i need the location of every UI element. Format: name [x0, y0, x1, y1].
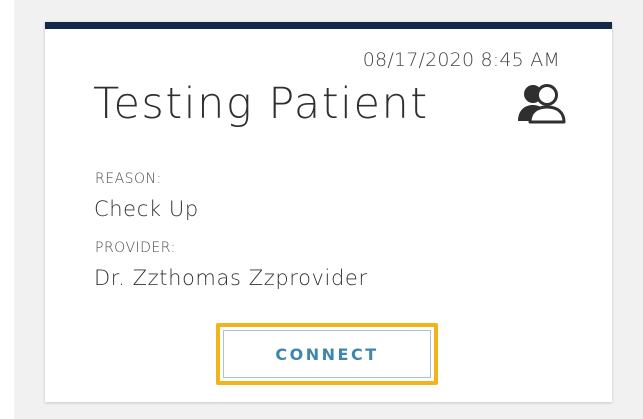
provider-value: Dr. Zzthomas Zzprovider: [94, 266, 368, 290]
patient-name: Testing Patient: [93, 79, 429, 129]
reason-label: REASON:: [95, 171, 162, 187]
appointment-card: 08/17/2020 8:45 AM Testing Patient REASO…: [45, 22, 612, 402]
provider-label: PROVIDER:: [95, 240, 176, 256]
connect-button[interactable]: CONNECT: [223, 330, 431, 378]
reason-value: Check Up: [94, 197, 199, 221]
users-icon: [518, 84, 566, 124]
appointment-timestamp: 08/17/2020 8:45 AM: [362, 49, 560, 71]
